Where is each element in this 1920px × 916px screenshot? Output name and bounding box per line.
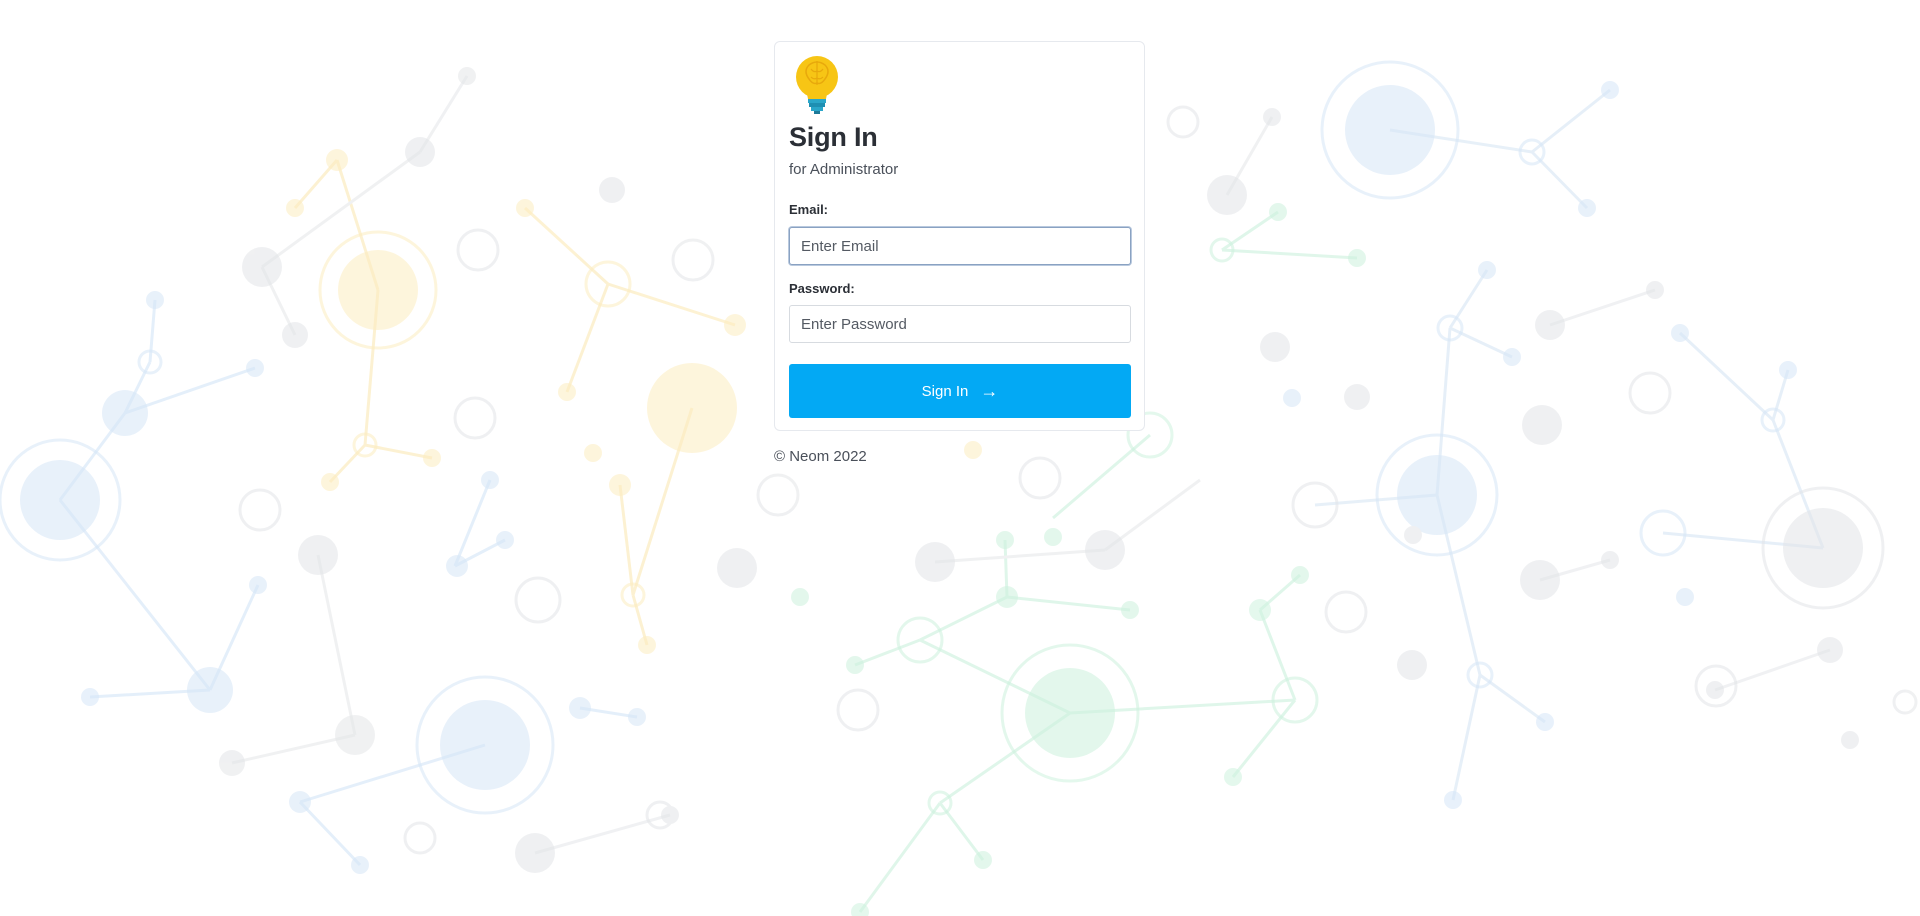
email-field[interactable] — [789, 227, 1131, 265]
password-field[interactable] — [789, 305, 1131, 343]
email-label: Email: — [789, 202, 829, 217]
lightbulb-brain-icon — [796, 56, 838, 114]
footer-copyright: © Neom 2022 — [774, 448, 867, 465]
sign-in-button-label: Sign In — [921, 382, 969, 400]
sign-in-button[interactable]: Sign In → — [789, 364, 1131, 418]
page-title: Sign In — [789, 122, 878, 152]
page-subtitle: for Administrator — [789, 161, 899, 178]
sign-in-card: Sign In for Administrator Email: Passwor… — [774, 41, 1145, 431]
arrow-right-icon: → — [980, 381, 999, 401]
password-label: Password: — [789, 281, 855, 296]
